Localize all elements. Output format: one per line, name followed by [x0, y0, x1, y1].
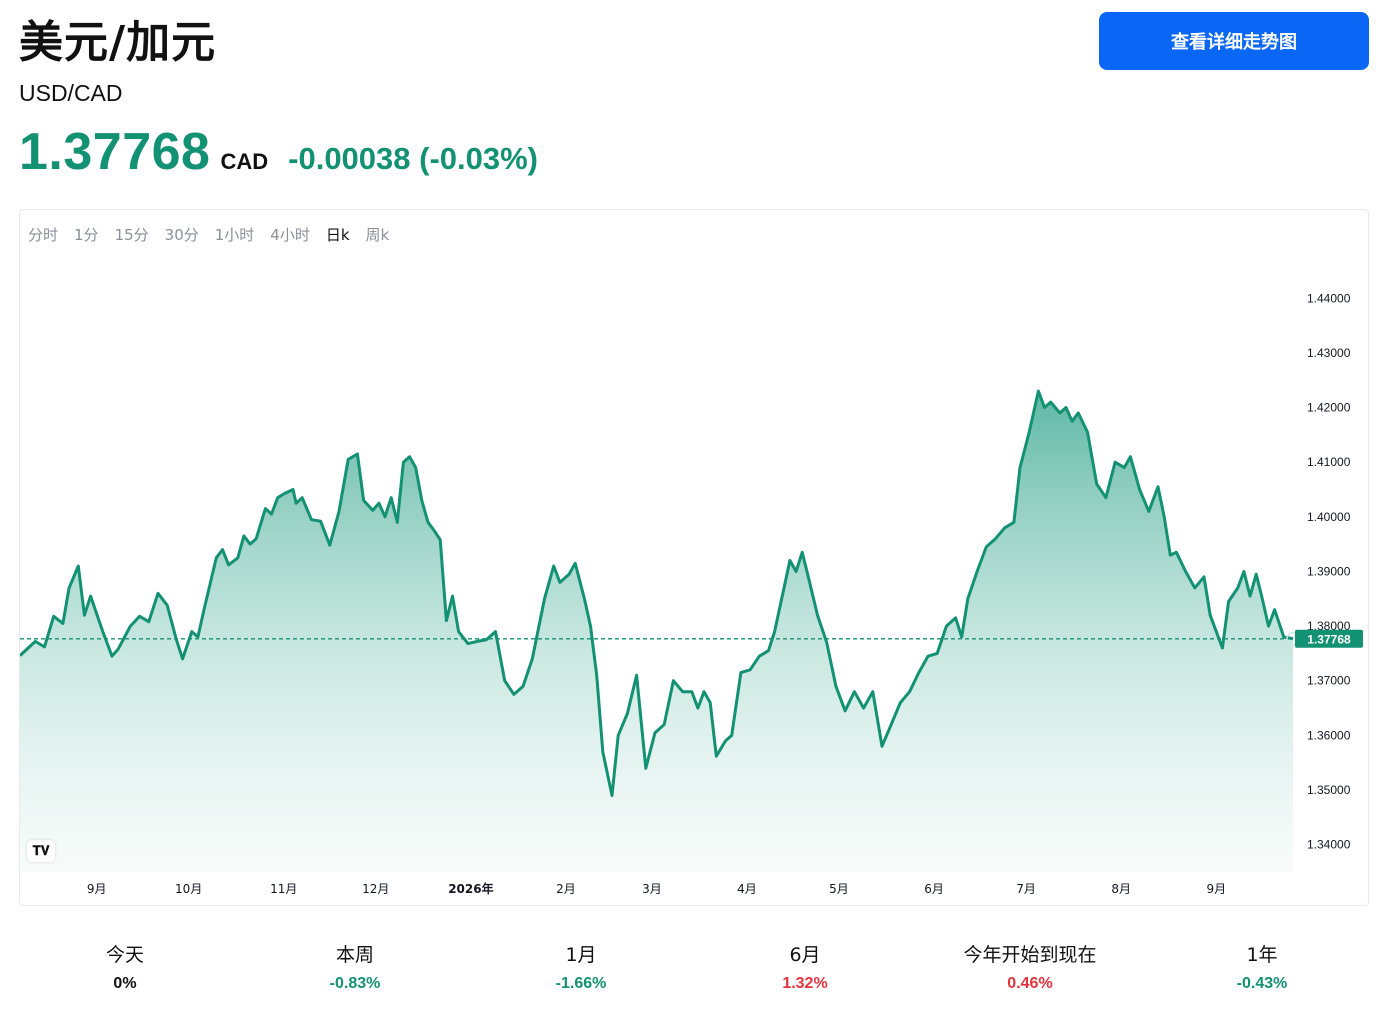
- price-chart[interactable]: 1.44000 1.43000 1.42000 1.41000 1.40000 1.390…: [20, 210, 1369, 906]
- x-tick-label: 6月: [924, 882, 944, 896]
- price-currency: CAD: [220, 149, 269, 174]
- stat-label: 1年: [1246, 944, 1278, 966]
- stat-item: 今天 0%: [106, 940, 144, 993]
- stat-value: -1.66%: [555, 975, 607, 992]
- y-tick-label: 1.40000: [1307, 510, 1351, 524]
- y-tick-label: 1.39000: [1307, 565, 1351, 579]
- chart-panel: 1.44000 1.43000 1.42000 1.41000 1.40000 1.390…: [19, 209, 1369, 906]
- price-change: -0.00038 (-0.03%): [288, 141, 539, 176]
- timeframe-tab[interactable]: 30分: [165, 224, 199, 245]
- x-tick-label: 10月: [175, 882, 202, 896]
- y-tick-label: 1.41000: [1307, 455, 1351, 469]
- x-tick-label: 12月: [362, 882, 389, 896]
- stat-label: 今年开始到现在: [963, 944, 1097, 966]
- performance-stats: 今天 0% 本周 -0.83% 1月 -1.66% 6月 1.32% 今年开始到现在 0.46% 1…: [0, 940, 1393, 1000]
- x-tick-label: 2月: [556, 882, 576, 896]
- y-tick-label: 1.43000: [1307, 346, 1351, 360]
- x-tick-label: 8月: [1111, 882, 1131, 896]
- last-price-label: 1.37768: [1307, 632, 1351, 646]
- x-tick-label: 11月: [270, 882, 297, 896]
- price-row: 1.37768 CAD -0.00038 (-0.03%): [19, 122, 538, 182]
- timeframe-tab[interactable]: 日k: [326, 224, 350, 245]
- stat-item: 本周 -0.83%: [330, 940, 381, 993]
- x-tick-label: 7月: [1016, 882, 1036, 896]
- timeframe-tab[interactable]: 1分: [74, 224, 99, 245]
- timeframe-tab[interactable]: 周k: [366, 224, 390, 245]
- stat-value: 0%: [113, 975, 137, 992]
- stat-item: 6月 1.32%: [782, 940, 827, 993]
- stat-label: 1月: [565, 944, 597, 966]
- x-tick-label: 9月: [1206, 882, 1226, 896]
- timeframe-tab[interactable]: 15分: [115, 224, 149, 245]
- x-tick-label: 9月: [87, 882, 107, 896]
- stat-value: 0.46%: [1007, 975, 1053, 992]
- stat-label: 今天: [105, 944, 145, 966]
- stat-label: 本周: [335, 944, 375, 966]
- stat-item: 1月 -1.66%: [556, 940, 607, 993]
- x-tick-label: 3月: [642, 882, 662, 896]
- y-tick-label: 1.44000: [1307, 291, 1351, 305]
- stat-value: -0.83%: [329, 975, 381, 992]
- y-tick-label: 1.37000: [1307, 674, 1351, 688]
- stat-item: 今年开始到现在 0.46%: [963, 940, 1096, 993]
- x-tick-label: 4月: [737, 882, 757, 896]
- stat-label: 6月: [789, 944, 821, 966]
- x-tick-label: 5月: [829, 882, 849, 896]
- current-price: 1.37768: [19, 123, 211, 181]
- stat-item: 1年 -0.43%: [1237, 940, 1288, 993]
- timeframe-tabs: 分时 1分 15分 30分 1小时 4小时 日k 周k: [28, 224, 405, 245]
- y-tick-label: 1.36000: [1307, 728, 1351, 742]
- tradingview-logo[interactable]: 𝐓𝐕: [27, 840, 55, 862]
- timeframe-tab[interactable]: 1小时: [215, 224, 255, 245]
- view-detail-chart-button[interactable]: 查看详细走势图: [1099, 12, 1369, 70]
- stat-value: 1.32%: [782, 975, 828, 992]
- page-title: 美元/加元: [19, 17, 217, 68]
- symbol-subtitle: USD/CAD: [19, 80, 123, 106]
- y-tick-label: 1.42000: [1307, 401, 1351, 415]
- x-tick-label: 2026年: [448, 881, 493, 896]
- timeframe-tab[interactable]: 分时: [28, 224, 58, 245]
- timeframe-tab[interactable]: 4小时: [270, 224, 310, 245]
- price-area: [20, 391, 1293, 872]
- y-tick-label: 1.35000: [1307, 783, 1351, 797]
- stat-value: -0.43%: [1236, 975, 1288, 992]
- y-tick-label: 1.34000: [1307, 838, 1351, 852]
